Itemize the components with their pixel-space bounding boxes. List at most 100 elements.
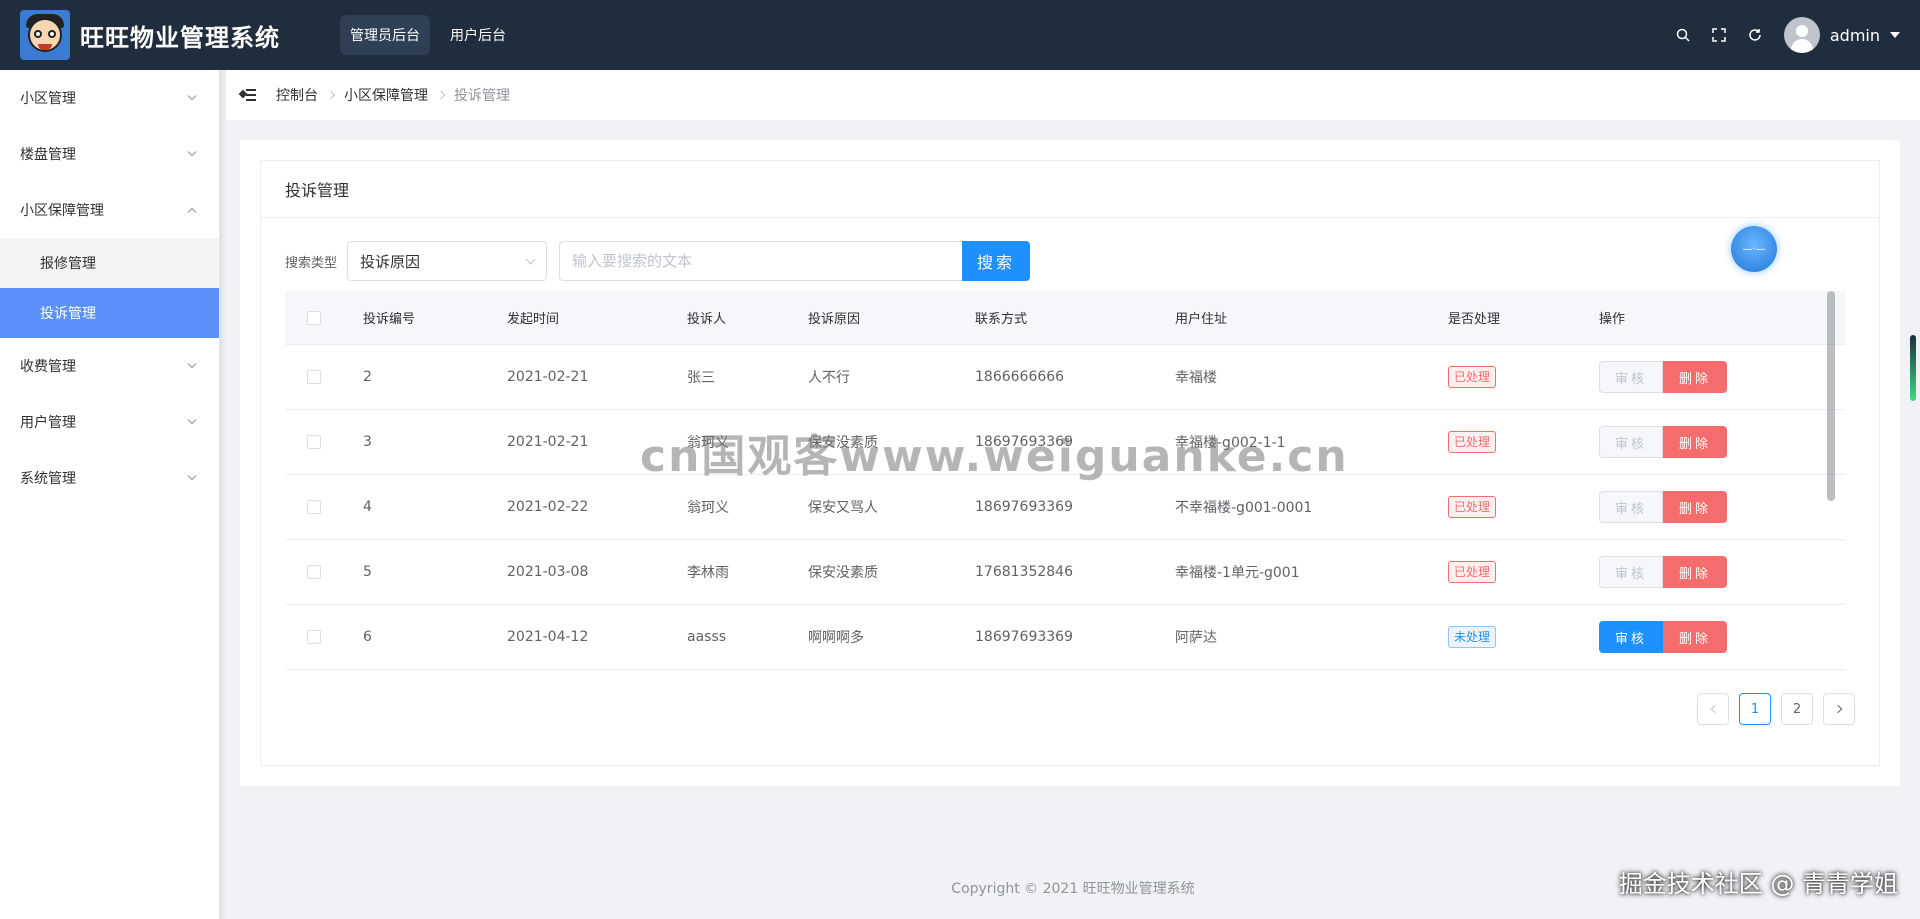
sidebar-item-guarantee[interactable]: 小区保障管理	[0, 182, 219, 238]
page-scrollbar[interactable]	[1910, 335, 1916, 401]
search-input[interactable]	[559, 241, 963, 281]
watermark: cn国观客www.weiguanke.cn	[640, 431, 1349, 482]
cell-time: 2021-02-21	[507, 369, 589, 385]
audit-button[interactable]: 审核	[1599, 556, 1663, 588]
avatar	[1783, 17, 1820, 53]
column-header: 是否处理	[1448, 312, 1501, 327]
delete-button[interactable]: 删除	[1663, 621, 1727, 653]
status-badge: 未处理	[1448, 626, 1497, 648]
cell-contact: 1866666666	[975, 369, 1065, 385]
column-header: 投诉人	[687, 312, 727, 327]
chevron-right-icon	[326, 90, 336, 100]
sidebar-item-buildings[interactable]: 楼盘管理	[0, 126, 219, 182]
chevron-down-icon	[187, 147, 197, 157]
table-scrollbar[interactable]	[1827, 291, 1835, 501]
sidebar-item-label: 楼盘管理	[20, 147, 76, 163]
status-badge: 已处理	[1448, 561, 1497, 583]
sidebar-item-label: 小区管理	[20, 91, 76, 107]
breadcrumb-dashboard[interactable]: 控制台	[276, 85, 318, 105]
cell-reason: 保安又骂人	[808, 500, 878, 516]
delete-button[interactable]: 删除	[1663, 361, 1727, 393]
logo	[20, 10, 70, 60]
chevron-down-icon	[187, 415, 197, 425]
audit-button[interactable]: 审核	[1599, 491, 1663, 523]
prev-page-button[interactable]	[1697, 693, 1729, 725]
breadcrumb-bar: 控制台 小区保障管理 投诉管理	[226, 70, 1920, 120]
sidebar-item-users[interactable]: 用户管理	[0, 394, 219, 450]
nav-user-backend[interactable]: 用户后台	[440, 15, 516, 55]
search-bar: 搜索类型 投诉原因 搜索	[285, 241, 1031, 281]
status-badge: 已处理	[1448, 496, 1497, 518]
audit-button[interactable]: 审核	[1599, 621, 1663, 653]
cell-id: 6	[363, 629, 372, 645]
breadcrumb-guarantee[interactable]: 小区保障管理	[344, 85, 428, 105]
cell-contact: 17681352846	[975, 564, 1073, 580]
table-row: 4 2021-02-22 翁珂义 保安又骂人 18697693369 不幸福楼-…	[285, 475, 1845, 540]
cell-time: 2021-04-12	[507, 629, 589, 645]
row-checkbox[interactable]	[307, 565, 321, 579]
status-badge: 已处理	[1448, 366, 1497, 388]
chevron-down-icon	[187, 471, 197, 481]
sidebar-divider	[220, 70, 226, 919]
row-checkbox[interactable]	[307, 435, 321, 449]
search-type-label: 搜索类型	[285, 255, 338, 271]
sidebar-item-label: 小区保障管理	[20, 203, 104, 219]
delete-button[interactable]: 删除	[1663, 491, 1727, 523]
search-icon[interactable]	[1676, 28, 1690, 42]
sidebar-item-community[interactable]: 小区管理	[0, 70, 219, 126]
chevron-left-icon	[1710, 704, 1719, 714]
sidebar-item-label: 用户管理	[20, 415, 76, 431]
sidebar-subitem-repair[interactable]: 报修管理	[0, 238, 219, 288]
fullscreen-icon[interactable]	[1712, 28, 1726, 42]
search-type-select[interactable]: 投诉原因	[347, 241, 548, 281]
page-2-button[interactable]: 2	[1781, 693, 1813, 725]
page-1-button[interactable]: 1	[1739, 693, 1771, 725]
cell-person: 李林雨	[687, 565, 729, 581]
collapse-menu-icon[interactable]	[238, 89, 256, 101]
audit-button[interactable]: 审核	[1599, 361, 1663, 393]
cell-person: 翁珂义	[687, 500, 729, 516]
pagination: 1 2	[1697, 693, 1855, 725]
caret-down-icon	[1890, 32, 1900, 38]
column-header: 操作	[1599, 312, 1626, 327]
table-row: 2 2021-02-21 张三 人不行 1866666666 幸福楼 已处理 审…	[285, 345, 1845, 410]
sidebar-item-system[interactable]: 系统管理	[0, 450, 219, 506]
sidebar-subitem-complaints[interactable]: 投诉管理	[0, 288, 219, 338]
panel-title: 投诉管理	[261, 161, 1879, 218]
cell-address: 幸福楼-1单元-g001	[1175, 565, 1300, 581]
cell-person: 张三	[687, 370, 715, 386]
header-toolbar: admin	[1676, 0, 1900, 70]
row-checkbox[interactable]	[307, 370, 321, 384]
select-all-checkbox[interactable]	[307, 310, 321, 325]
delete-button[interactable]: 删除	[1663, 556, 1727, 588]
sidebar-item-fees[interactable]: 收费管理	[0, 338, 219, 394]
cell-contact: 18697693369	[975, 629, 1073, 645]
delete-button[interactable]: 删除	[1663, 426, 1727, 458]
top-nav: 管理员后台 用户后台	[340, 15, 516, 55]
cell-address: 阿萨达	[1175, 630, 1217, 646]
corner-watermark: 掘金技术社区 @ 青青学姐	[1618, 870, 1898, 898]
cell-time: 2021-03-08	[507, 564, 589, 580]
cell-id: 4	[363, 499, 372, 515]
row-checkbox[interactable]	[307, 630, 321, 644]
chevron-up-icon	[187, 207, 197, 217]
search-type-value: 投诉原因	[360, 252, 421, 271]
cell-id: 3	[363, 434, 372, 450]
column-header: 投诉编号	[363, 312, 416, 327]
column-header: 联系方式	[975, 312, 1028, 327]
next-page-button[interactable]	[1823, 693, 1855, 725]
cell-address: 不幸福楼-g001-0001	[1175, 500, 1313, 516]
nav-admin-backend[interactable]: 管理员后台	[340, 15, 430, 55]
audit-button[interactable]: 审核	[1599, 426, 1663, 458]
cell-reason: 啊啊啊多	[808, 630, 864, 646]
cell-contact: 18697693369	[975, 499, 1073, 515]
search-button[interactable]: 搜索	[962, 241, 1031, 281]
breadcrumb-current: 投诉管理	[454, 88, 510, 104]
column-header: 用户住址	[1175, 312, 1228, 327]
user-menu[interactable]: admin	[1783, 17, 1900, 53]
row-checkbox[interactable]	[307, 500, 321, 514]
refresh-icon[interactable]	[1748, 28, 1762, 42]
top-header: 旺旺物业管理系统 管理员后台 用户后台 admin	[0, 0, 1920, 70]
floating-assistant-icon[interactable]: —·—	[1731, 226, 1777, 272]
chevron-down-icon	[187, 359, 197, 369]
